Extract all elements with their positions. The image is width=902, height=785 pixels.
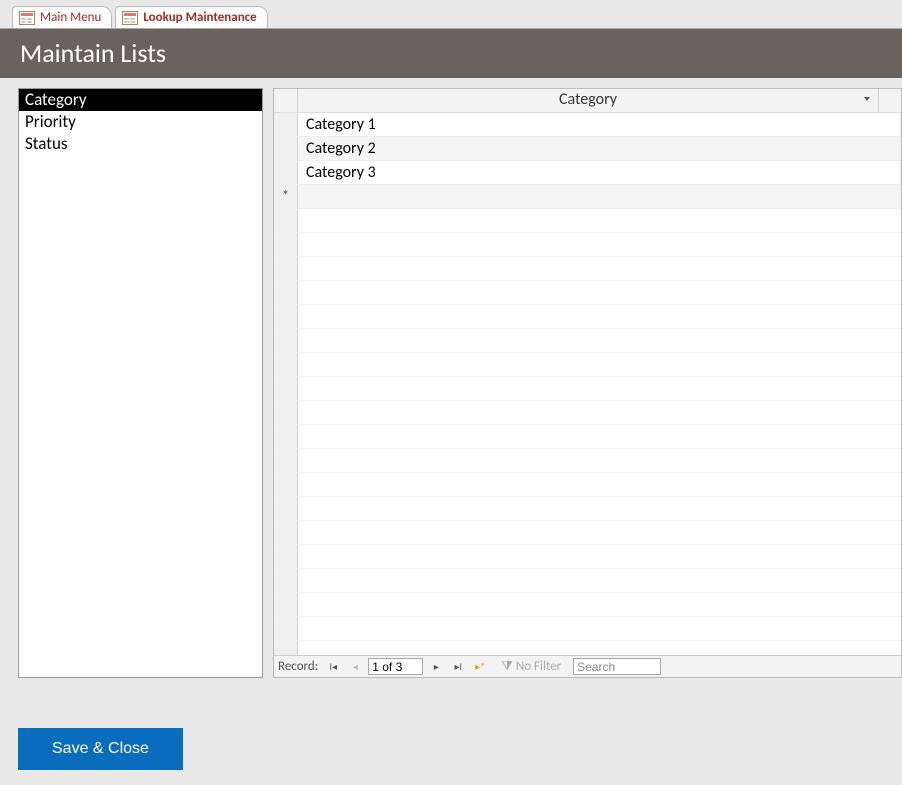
table-row[interactable]: Category 1 — [274, 113, 901, 137]
sidebar-item-label: Priority — [25, 111, 76, 132]
page-title: Maintain Lists — [20, 37, 166, 69]
page-header: Maintain Lists — [0, 28, 902, 78]
list-sidebar: Category Priority Status — [18, 88, 263, 678]
table-row[interactable]: Category 3 — [274, 161, 901, 185]
record-position-input[interactable] — [368, 658, 423, 675]
record-navigator: Record: I◂ ◂ ▸ ▸I ▸* ⧩ No Filter — [274, 655, 901, 677]
sidebar-item-category[interactable]: Category — [19, 89, 262, 111]
new-record-icon: * — [274, 185, 298, 208]
grid-body: Category 1 Category 2 Category 3 * — [274, 113, 901, 655]
grid-header-gap — [879, 89, 901, 112]
prev-record-button[interactable]: ◂ — [346, 658, 364, 676]
column-header-category[interactable]: Category — [298, 89, 879, 112]
row-selector[interactable] — [274, 137, 298, 160]
grid-header-row: Category — [274, 89, 901, 113]
search-input[interactable] — [573, 658, 661, 675]
sidebar-item-priority[interactable]: Priority — [19, 111, 262, 133]
row-selector-header[interactable] — [274, 89, 298, 112]
last-record-button[interactable]: ▸I — [449, 658, 467, 676]
row-selector[interactable] — [274, 113, 298, 136]
cell-category[interactable] — [298, 185, 901, 208]
tab-label: Main Menu — [40, 10, 101, 25]
content-area: Category Priority Status Category Catego… — [0, 78, 902, 678]
filter-icon: ⧩ — [501, 659, 513, 674]
form-icon — [122, 11, 138, 25]
cell-category[interactable]: Category 2 — [298, 137, 901, 160]
datagrid: Category Category 1 Category 2 Category … — [273, 88, 902, 678]
column-header-label: Category — [559, 90, 617, 109]
new-record-row[interactable]: * — [274, 185, 901, 209]
tab-lookup-maintenance[interactable]: Lookup Maintenance — [115, 6, 267, 28]
tab-bar: Main Menu Lookup Maintenance — [0, 0, 902, 28]
footer: Save & Close — [0, 678, 902, 770]
form-icon — [19, 11, 35, 25]
cell-category[interactable]: Category 3 — [298, 161, 901, 184]
sidebar-item-label: Category — [25, 89, 87, 110]
new-record-button[interactable]: ▸* — [471, 658, 489, 676]
no-filter-indicator: ⧩ No Filter — [501, 659, 561, 674]
record-label: Record: — [278, 659, 318, 674]
first-record-button[interactable]: I◂ — [324, 658, 342, 676]
tab-main-menu[interactable]: Main Menu — [12, 6, 112, 28]
table-row[interactable]: Category 2 — [274, 137, 901, 161]
sidebar-item-status[interactable]: Status — [19, 133, 262, 155]
sidebar-item-label: Status — [25, 133, 68, 154]
cell-category[interactable]: Category 1 — [298, 113, 901, 136]
next-record-button[interactable]: ▸ — [427, 658, 445, 676]
save-close-button[interactable]: Save & Close — [18, 728, 183, 770]
no-filter-label: No Filter — [516, 659, 561, 674]
chevron-down-icon[interactable] — [864, 97, 870, 101]
row-selector[interactable] — [274, 161, 298, 184]
tab-label: Lookup Maintenance — [143, 10, 256, 25]
